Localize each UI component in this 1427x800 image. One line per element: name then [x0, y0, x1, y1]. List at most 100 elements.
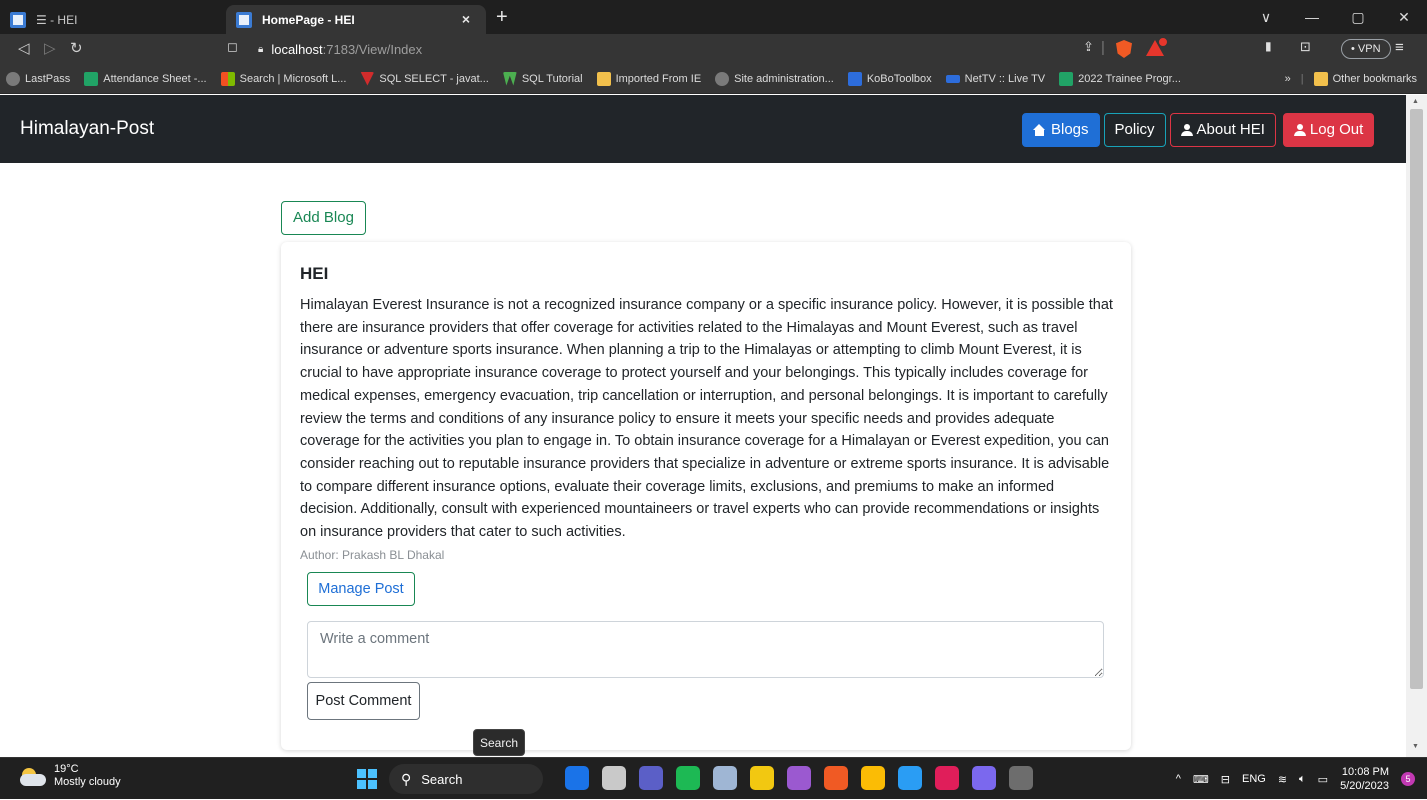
back-icon[interactable]: ◁: [18, 39, 30, 57]
keyboard-icon[interactable]: ⌨: [1193, 773, 1209, 786]
home-icon: [1033, 124, 1046, 136]
windows-taskbar: 19°C Mostly cloudy ⚲ Search ^ ⌨ ⊟ ENG ≋ …: [0, 757, 1427, 799]
minimize-button[interactable]: —: [1289, 0, 1335, 34]
weather-temp: 19°C: [54, 763, 79, 775]
add-blog-button[interactable]: Add Blog: [281, 201, 366, 235]
app-icon-2[interactable]: [602, 766, 626, 790]
system-tray: ^ ⌨ ⊟ ENG ≋ 🔈︎ ▭ 10:08 PM 5/20/2023 5: [1176, 758, 1415, 800]
new-tab-button[interactable]: +: [496, 6, 508, 29]
close-tab-icon[interactable]: ×: [462, 11, 470, 27]
app-icon-9[interactable]: [861, 766, 885, 790]
scroll-down-icon[interactable]: ▼: [1412, 743, 1419, 750]
policy-button[interactable]: Policy: [1103, 113, 1166, 147]
bookmark-favicon-icon: [715, 71, 730, 86]
bookmark-item[interactable]: SQL Tutorial: [502, 71, 583, 86]
maximize-button[interactable]: ▢: [1335, 0, 1381, 34]
clock-time: 10:08 PM: [1341, 766, 1389, 778]
blogs-button[interactable]: Blogs: [1022, 113, 1100, 147]
wifi-icon[interactable]: ≋: [1278, 773, 1287, 786]
app-icon-11[interactable]: [935, 766, 959, 790]
language-indicator[interactable]: ENG: [1242, 773, 1266, 785]
tab-hei[interactable]: ☰ - HEI: [0, 5, 226, 34]
bookmarks-more-button[interactable]: »: [1285, 73, 1291, 85]
post-author: Author: Prakash BL Dhakal: [300, 548, 445, 562]
bookmark-item[interactable]: Site administration...: [715, 71, 834, 86]
bookmark-favicon-icon: [6, 71, 20, 86]
policy-label: Policy: [1114, 121, 1155, 138]
url-path: :7183/View/Index: [322, 41, 423, 57]
search-tooltip: Search: [473, 729, 525, 756]
reload-icon[interactable]: ↻: [70, 39, 83, 57]
log-out-button[interactable]: Log Out: [1282, 113, 1375, 147]
taskbar-search[interactable]: ⚲ Search: [389, 764, 543, 794]
page-favicon-icon: [10, 11, 26, 28]
blogs-label: Blogs: [1051, 121, 1089, 138]
bookmark-item[interactable]: Search | Microsoft L...: [220, 71, 346, 86]
weather-widget[interactable]: 19°C Mostly cloudy: [18, 763, 121, 789]
logout-label: Log Out: [1309, 121, 1364, 138]
tray-overflow-icon[interactable]: ^: [1176, 773, 1181, 785]
scroll-thumb[interactable]: [1410, 109, 1423, 689]
bookmarks-bar: LastPass Attendance Sheet -... Search | …: [0, 64, 1427, 94]
bookmark-item[interactable]: LastPass: [6, 71, 70, 86]
notification-badge[interactable]: 5: [1401, 772, 1415, 786]
app-icon-12[interactable]: [972, 766, 996, 790]
taskbar-apps: [565, 766, 1033, 790]
app-icon-6[interactable]: [750, 766, 774, 790]
scroll-up-icon[interactable]: ▲: [1412, 98, 1419, 105]
forward-icon[interactable]: ▷: [44, 39, 56, 57]
sidebar-icon[interactable]: ▮: [1265, 39, 1272, 53]
other-bookmarks[interactable]: Other bookmarks: [1333, 73, 1417, 85]
bookmark-favicon-icon: [1059, 71, 1074, 86]
address-bar[interactable]: 🔒︎ localhost:7183/View/Index: [250, 37, 1185, 61]
post-comment-button[interactable]: Post Comment: [307, 682, 420, 720]
user-icon: [1180, 124, 1193, 136]
site-brand[interactable]: Himalayan-Post: [20, 118, 154, 140]
vpn-button[interactable]: • VPN: [1341, 39, 1391, 59]
comment-input[interactable]: [307, 621, 1104, 678]
bookmark-item[interactable]: Imported From IE: [596, 71, 701, 86]
app-icon-3[interactable]: [639, 766, 663, 790]
app-icon-4[interactable]: [676, 766, 700, 790]
windows-start-icon[interactable]: [357, 769, 377, 789]
tab-label: ☰ - HEI: [36, 12, 78, 27]
share-icon[interactable]: ⇪: [1083, 39, 1094, 55]
browser-toolbar: ◁ ▷ ↻ ◻ 🔒︎ localhost:7183/View/Index ⇪ |…: [0, 34, 1427, 64]
about-hei-button[interactable]: About HEI: [1169, 113, 1276, 147]
page-favicon-icon: [236, 11, 252, 28]
bookmark-favicon-icon: [945, 74, 960, 83]
volume-icon[interactable]: 🔈︎: [1299, 773, 1306, 786]
bookmark-item[interactable]: 2022 Trainee Progr...: [1059, 71, 1181, 86]
app-icon-5[interactable]: [713, 766, 737, 790]
bookmark-item[interactable]: SQL SELECT - javat...: [360, 71, 489, 86]
battery-icon[interactable]: ▭: [1318, 773, 1328, 786]
page-scrollbar[interactable]: ▲ ▼: [1406, 95, 1427, 757]
bookmark-item[interactable]: KoBoToolbox: [847, 71, 932, 86]
app-icon-10[interactable]: [898, 766, 922, 790]
bookmark-item[interactable]: Attendance Sheet -...: [84, 71, 207, 86]
app-icon-8[interactable]: [824, 766, 848, 790]
tab-search-icon[interactable]: ∨: [1243, 0, 1289, 34]
nav-links: Blogs Policy About HEI Log Out: [1022, 113, 1375, 147]
bookmark-favicon-icon: [502, 71, 517, 86]
clock[interactable]: 10:08 PM 5/20/2023: [1340, 765, 1389, 793]
app-icon-13[interactable]: [1009, 766, 1033, 790]
weather-condition: Mostly cloudy: [54, 776, 121, 788]
cloudy-weather-icon: [18, 766, 48, 786]
app-icon-7[interactable]: [787, 766, 811, 790]
manage-post-button[interactable]: Manage Post: [307, 572, 415, 606]
folder-icon: [1313, 72, 1328, 86]
menu-icon[interactable]: ≡: [1395, 39, 1404, 56]
close-window-button[interactable]: ✕: [1381, 0, 1427, 34]
post-body: Himalayan Everest Insurance is not a rec…: [300, 297, 1113, 541]
wallet-icon[interactable]: ⊡: [1300, 39, 1311, 55]
app-icon-1[interactable]: [565, 766, 589, 790]
bookmark-favicon-icon: [360, 71, 375, 86]
bookmark-item[interactable]: NetTV :: Live TV: [945, 73, 1045, 85]
about-label: About HEI: [1196, 121, 1265, 138]
display-icon[interactable]: ⊟: [1221, 773, 1230, 786]
bookmark-page-icon[interactable]: ◻: [227, 39, 238, 55]
post-title: HEI: [300, 264, 329, 283]
blog-post-card: HEI Himalayan Everest Insurance is not a…: [281, 242, 1131, 750]
tab-homepage-hei[interactable]: HomePage - HEI ×: [226, 5, 486, 34]
